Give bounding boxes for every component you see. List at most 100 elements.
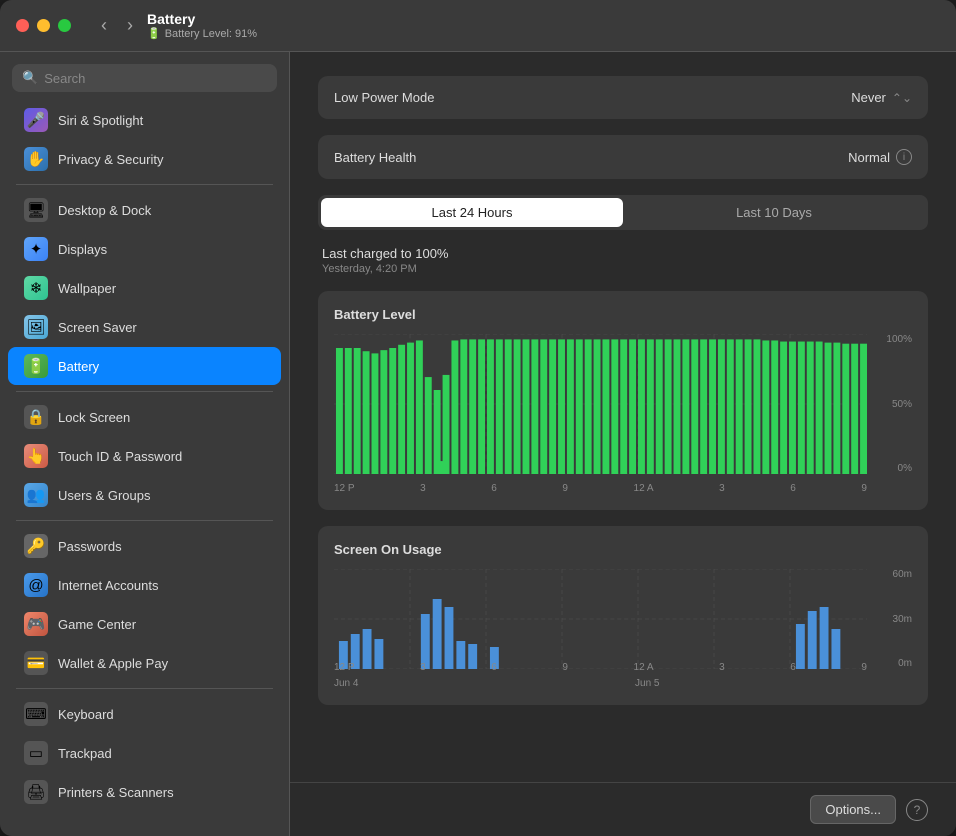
sidebar-item-users[interactable]: 👥 Users & Groups (8, 476, 281, 514)
nav-buttons: ‹ › (95, 13, 139, 38)
x-label-12a: 12 A (634, 483, 654, 494)
x-label-3: 3 (420, 483, 426, 494)
battery-svg (334, 334, 867, 474)
displays-icon: ✦ (24, 237, 48, 261)
battery-level-chart: 100% 50% 0% (334, 334, 912, 494)
last-charged-time: Yesterday, 4:20 PM (322, 263, 924, 275)
minimize-button[interactable] (37, 19, 50, 32)
x-label-9: 9 (562, 483, 568, 494)
sidebar-label-desktop: Desktop & Dock (58, 203, 151, 218)
sidebar-divider (16, 520, 273, 521)
x-label-3b: 3 (719, 483, 725, 494)
sidebar-label-screensaver: Screen Saver (58, 320, 137, 335)
sidebar-item-internet[interactable]: @ Internet Accounts (8, 566, 281, 604)
sidebar-label-gamecenter: Game Center (58, 617, 136, 632)
low-power-mode-label: Low Power Mode (334, 90, 434, 105)
tab-10d[interactable]: Last 10 Days (623, 198, 925, 227)
screen-chart-inner (334, 569, 867, 669)
sidebar-item-desktop[interactable]: 🖥 Desktop & Dock (8, 191, 281, 229)
screen-x-dates: Jun 4 Jun 5 (334, 678, 867, 689)
info-button[interactable]: i (896, 149, 912, 165)
sidebar-label-keyboard: Keyboard (58, 707, 114, 722)
sidebar-item-wallpaper[interactable]: ❄ Wallpaper (8, 269, 281, 307)
low-power-mode-row: Low Power Mode Never ⌃⌄ (318, 76, 928, 119)
sidebar-item-privacy[interactable]: ✋ Privacy & Security (8, 140, 281, 178)
sidebar-item-wallet[interactable]: 💳 Wallet & Apple Pay (8, 644, 281, 682)
x-label-12p: 12 P (334, 483, 355, 494)
lockscreen-icon: 🔒 (24, 405, 48, 429)
sidebar-item-trackpad[interactable]: ▭ Trackpad (8, 734, 281, 772)
users-icon: 👥 (24, 483, 48, 507)
y-label-0: 0% (898, 463, 912, 474)
traffic-lights (16, 19, 71, 32)
sidebar-label-battery: Battery (58, 359, 99, 374)
screen-usage-title: Screen On Usage (334, 542, 912, 557)
sidebar-item-gamecenter[interactable]: 🎮 Game Center (8, 605, 281, 643)
gamecenter-icon: 🎮 (24, 612, 48, 636)
sidebar-label-lockscreen: Lock Screen (58, 410, 130, 425)
sidebar-item-screensaver[interactable]: 🖼 Screen Saver (8, 308, 281, 346)
window-title: Battery (147, 11, 257, 27)
search-icon: 🔍 (22, 70, 38, 86)
sidebar-label-privacy: Privacy & Security (58, 152, 163, 167)
maximize-button[interactable] (58, 19, 71, 32)
y-label-100: 100% (886, 334, 912, 345)
content-area: 🔍 🎤 Siri & Spotlight ✋ Privacy & Securit… (0, 52, 956, 836)
printers-icon: 🖨 (24, 780, 48, 804)
sidebar-item-printers[interactable]: 🖨 Printers & Scanners (8, 773, 281, 811)
titlebar: ‹ › Battery 🔋 Battery Level: 91% (0, 0, 956, 52)
stepper-icon: ⌃⌄ (892, 91, 912, 105)
wallpaper-icon: ❄ (24, 276, 48, 300)
options-button[interactable]: Options... (810, 795, 896, 824)
battery-health-value: Normal i (848, 149, 912, 165)
close-button[interactable] (16, 19, 29, 32)
sy-label-0m: 0m (898, 658, 912, 669)
screen-x-labels: 12 P 3 6 9 12 A 3 6 9 (334, 662, 867, 673)
main-window: ‹ › Battery 🔋 Battery Level: 91% 🔍 🎤 (0, 0, 956, 836)
screen-usage-chart-section: Screen On Usage 60m 30m 0m (318, 526, 928, 705)
internet-icon: @ (24, 573, 48, 597)
x-label-6b: 6 (790, 483, 796, 494)
help-button[interactable]: ? (906, 799, 928, 821)
bottom-bar: Options... ? (290, 782, 956, 836)
battery-x-labels: 12 P 3 6 9 12 A 3 6 9 (334, 483, 867, 494)
sidebar-label-touchid: Touch ID & Password (58, 449, 182, 464)
screen-usage-chart: 60m 30m 0m (334, 569, 912, 689)
battery-health-row: Battery Health Normal i (318, 135, 928, 179)
sidebar-label-siri: Siri & Spotlight (58, 113, 143, 128)
sy-label-60m: 60m (893, 569, 912, 580)
sidebar-item-displays[interactable]: ✦ Displays (8, 230, 281, 268)
sidebar-items-list: 🎤 Siri & Spotlight ✋ Privacy & Security … (0, 100, 289, 812)
last-charged-label: Last charged to 100% (322, 246, 924, 261)
sidebar-label-wallpaper: Wallpaper (58, 281, 116, 296)
sidebar-item-lockscreen[interactable]: 🔒 Lock Screen (8, 398, 281, 436)
sidebar-item-touchid[interactable]: 👆 Touch ID & Password (8, 437, 281, 475)
touchid-icon: 👆 (24, 444, 48, 468)
sidebar-item-passwords[interactable]: 🔑 Passwords (8, 527, 281, 565)
search-input[interactable] (44, 71, 267, 86)
sidebar-label-passwords: Passwords (58, 539, 122, 554)
screen-y-labels: 60m 30m 0m (872, 569, 912, 669)
forward-button[interactable]: › (121, 13, 139, 38)
screensaver-icon: 🖼 (24, 315, 48, 339)
battery-chart-inner (334, 334, 867, 474)
window-title-group: Battery 🔋 Battery Level: 91% (147, 11, 257, 40)
sidebar-label-displays: Displays (58, 242, 107, 257)
screen-svg (334, 569, 867, 669)
window-subtitle: 🔋 Battery Level: 91% (147, 27, 257, 40)
desktop-icon: 🖥 (24, 198, 48, 222)
sidebar-divider (16, 391, 273, 392)
battery-level-chart-section: Battery Level 100% 50% 0% (318, 291, 928, 510)
sidebar-item-keyboard[interactable]: ⌨ Keyboard (8, 695, 281, 733)
back-button[interactable]: ‹ (95, 13, 113, 38)
sidebar-label-printers: Printers & Scanners (58, 785, 174, 800)
sidebar-item-battery[interactable]: 🔋 Battery (8, 347, 281, 385)
sidebar-divider (16, 184, 273, 185)
x-label-9b: 9 (861, 483, 867, 494)
low-power-mode-value[interactable]: Never ⌃⌄ (851, 90, 912, 105)
sidebar-item-siri[interactable]: 🎤 Siri & Spotlight (8, 101, 281, 139)
charge-info: Last charged to 100% Yesterday, 4:20 PM (318, 246, 928, 275)
tab-24h[interactable]: Last 24 Hours (321, 198, 623, 227)
battery-level-title: Battery Level (334, 307, 912, 322)
battery-health-label: Battery Health (334, 150, 416, 165)
